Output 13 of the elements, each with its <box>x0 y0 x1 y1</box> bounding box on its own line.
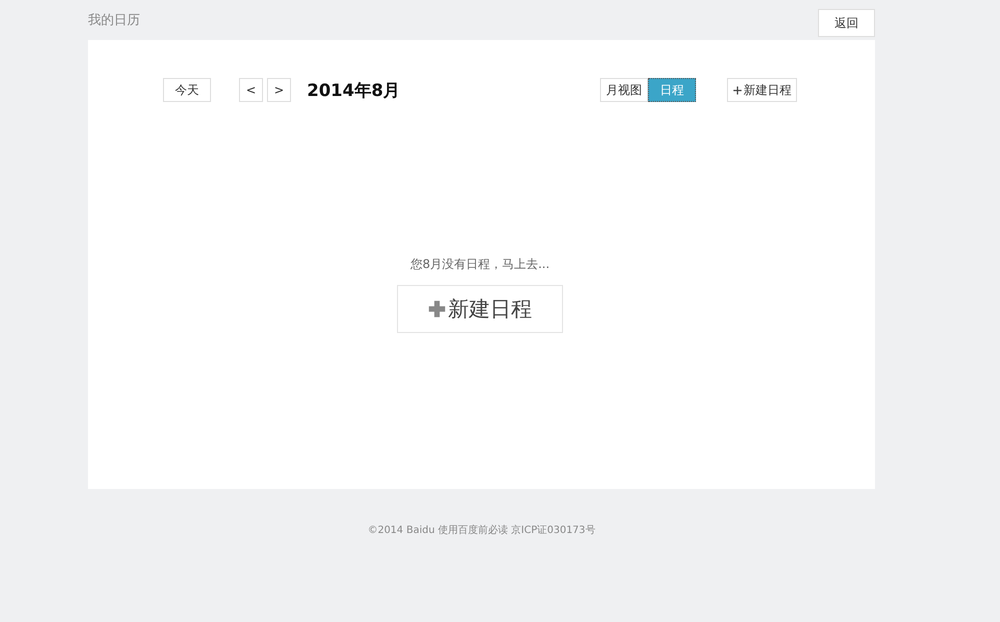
back-button[interactable]: 返回 <box>818 9 875 37</box>
new-schedule-button[interactable]: 新建日程 <box>727 78 797 102</box>
previous-button[interactable]: < <box>239 78 263 102</box>
view-tab[interactable]: 月视图 <box>600 78 648 102</box>
period-title: 2014年8月 <box>307 80 400 102</box>
today-button[interactable]: 今天 <box>163 78 211 102</box>
page-title: 我的日历 <box>88 12 140 29</box>
empty-message: 您8月没有日程，马上去... <box>410 256 550 273</box>
next-button[interactable]: > <box>267 78 291 102</box>
footer-text: ©2014 Baidu 使用百度前必读 京ICP证030173号 <box>368 524 596 537</box>
plus-icon <box>428 300 446 318</box>
new-schedule-button[interactable]: 新建日程 <box>397 285 563 333</box>
plus-icon <box>732 86 742 94</box>
